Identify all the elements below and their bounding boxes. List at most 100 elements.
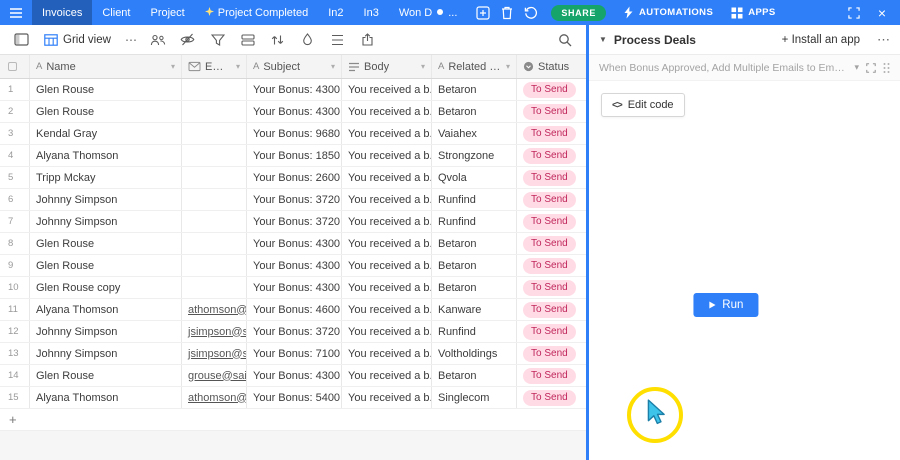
cell-subject[interactable]: Your Bonus: 4600: [247, 299, 342, 320]
cell-related[interactable]: Kanware: [432, 299, 517, 320]
cell-name[interactable]: Johnny Simpson: [30, 189, 182, 210]
cell-body[interactable]: You received a b...: [342, 79, 432, 100]
row-number[interactable]: 11: [0, 299, 30, 320]
cell-subject[interactable]: Your Bonus: 5400: [247, 387, 342, 408]
cell-email[interactable]: [182, 233, 247, 254]
add-table-button[interactable]: [471, 0, 495, 25]
cell-status[interactable]: To Send: [517, 255, 586, 276]
cell-body[interactable]: You received a b...: [342, 321, 432, 342]
cell-subject[interactable]: Your Bonus: 3720: [247, 189, 342, 210]
cell-name[interactable]: Johnny Simpson: [30, 211, 182, 232]
cell-status[interactable]: To Send: [517, 211, 586, 232]
tab-project-completed[interactable]: Project Completed: [195, 0, 319, 25]
cell-subject[interactable]: Your Bonus: 3720: [247, 321, 342, 342]
cell-related[interactable]: Runfind: [432, 211, 517, 232]
cell-subject[interactable]: Your Bonus: 7100: [247, 343, 342, 364]
cell-email[interactable]: [182, 79, 247, 100]
cell-body[interactable]: You received a b...: [342, 211, 432, 232]
cell-body[interactable]: You received a b...: [342, 123, 432, 144]
row-number[interactable]: 9: [0, 255, 30, 276]
apps-button[interactable]: APPS: [731, 7, 775, 19]
cell-status[interactable]: To Send: [517, 145, 586, 166]
column-menu-icon[interactable]: ▾: [331, 62, 335, 71]
cell-email[interactable]: jsimpson@sailc...: [182, 343, 247, 364]
cell-email[interactable]: [182, 211, 247, 232]
group-button[interactable]: [235, 28, 261, 52]
cell-body[interactable]: You received a b...: [342, 277, 432, 298]
tab-client[interactable]: Client: [92, 0, 140, 25]
cell-body[interactable]: You received a b...: [342, 101, 432, 122]
cell-email[interactable]: [182, 123, 247, 144]
cell-status[interactable]: To Send: [517, 299, 586, 320]
cell-name[interactable]: Johnny Simpson: [30, 343, 182, 364]
cell-status[interactable]: To Send: [517, 101, 586, 122]
history-button[interactable]: [519, 0, 543, 25]
cell-name[interactable]: Glen Rouse: [30, 233, 182, 254]
cell-subject[interactable]: Your Bonus: 4300: [247, 255, 342, 276]
cell-status[interactable]: To Send: [517, 233, 586, 254]
row-number[interactable]: 12: [0, 321, 30, 342]
cell-name[interactable]: Alyana Thomson: [30, 387, 182, 408]
row-number[interactable]: 4: [0, 145, 30, 166]
cell-name[interactable]: Glen Rouse copy: [30, 277, 182, 298]
row-number[interactable]: 3: [0, 123, 30, 144]
cell-email[interactable]: [182, 167, 247, 188]
cell-subject[interactable]: Your Bonus: 9680: [247, 123, 342, 144]
edit-code-button[interactable]: <> Edit code: [601, 93, 685, 117]
cell-status[interactable]: To Send: [517, 365, 586, 386]
select-all-checkbox[interactable]: [0, 55, 30, 78]
cell-email[interactable]: [182, 277, 247, 298]
row-number[interactable]: 10: [0, 277, 30, 298]
column-header-name[interactable]: A Name ▾: [30, 55, 182, 78]
cell-body[interactable]: You received a b...: [342, 255, 432, 276]
cell-body[interactable]: You received a b...: [342, 343, 432, 364]
cell-related[interactable]: Qvola: [432, 167, 517, 188]
row-number[interactable]: 1: [0, 79, 30, 100]
cell-email[interactable]: [182, 101, 247, 122]
cell-status[interactable]: To Send: [517, 343, 586, 364]
tab-in2[interactable]: In2: [318, 0, 353, 25]
cell-name[interactable]: Glen Rouse: [30, 101, 182, 122]
column-menu-icon[interactable]: ▾: [236, 62, 240, 71]
cell-related[interactable]: Betaron: [432, 233, 517, 254]
tab-won-d[interactable]: Won D...: [389, 0, 468, 25]
cell-name[interactable]: Johnny Simpson: [30, 321, 182, 342]
cell-body[interactable]: You received a b...: [342, 233, 432, 254]
cell-subject[interactable]: Your Bonus: 4300: [247, 233, 342, 254]
cell-email[interactable]: grouse@sailcor...: [182, 365, 247, 386]
cell-related[interactable]: Betaron: [432, 277, 517, 298]
panel-menu-button[interactable]: ⋯: [877, 32, 890, 48]
row-number[interactable]: 15: [0, 387, 30, 408]
cell-status[interactable]: To Send: [517, 189, 586, 210]
cell-email[interactable]: [182, 189, 247, 210]
column-header-subject[interactable]: A Subject ▾: [247, 55, 342, 78]
cell-related[interactable]: Betaron: [432, 101, 517, 122]
cell-name[interactable]: Alyana Thomson: [30, 145, 182, 166]
cell-related[interactable]: Betaron: [432, 255, 517, 276]
cell-status[interactable]: To Send: [517, 277, 586, 298]
cell-status[interactable]: To Send: [517, 387, 586, 408]
grid-view-button[interactable]: Grid view: [38, 34, 117, 46]
drag-handle-icon[interactable]: [883, 62, 890, 74]
cell-email[interactable]: jsimpson@sailc...: [182, 321, 247, 342]
close-button[interactable]: ×: [870, 0, 894, 25]
cell-related[interactable]: Vaiahex: [432, 123, 517, 144]
cell-name[interactable]: Glen Rouse: [30, 79, 182, 100]
share-button[interactable]: SHARE: [551, 4, 606, 21]
cell-subject[interactable]: Your Bonus: 1850: [247, 145, 342, 166]
view-menu-button[interactable]: ⋯: [121, 28, 141, 52]
column-menu-icon[interactable]: ▾: [506, 62, 510, 71]
cell-email[interactable]: athomson@sail...: [182, 387, 247, 408]
row-number[interactable]: 13: [0, 343, 30, 364]
cell-name[interactable]: Kendal Gray: [30, 123, 182, 144]
row-height-button[interactable]: [325, 28, 351, 52]
cell-status[interactable]: To Send: [517, 123, 586, 144]
cell-subject[interactable]: Your Bonus: 3720: [247, 211, 342, 232]
cell-related[interactable]: Betaron: [432, 365, 517, 386]
cell-body[interactable]: You received a b...: [342, 387, 432, 408]
run-button[interactable]: Run: [693, 293, 759, 317]
cell-related[interactable]: Runfind: [432, 321, 517, 342]
collaborators-button[interactable]: [145, 28, 171, 52]
column-menu-icon[interactable]: ▾: [171, 62, 175, 71]
cell-related[interactable]: Voltholdings: [432, 343, 517, 364]
